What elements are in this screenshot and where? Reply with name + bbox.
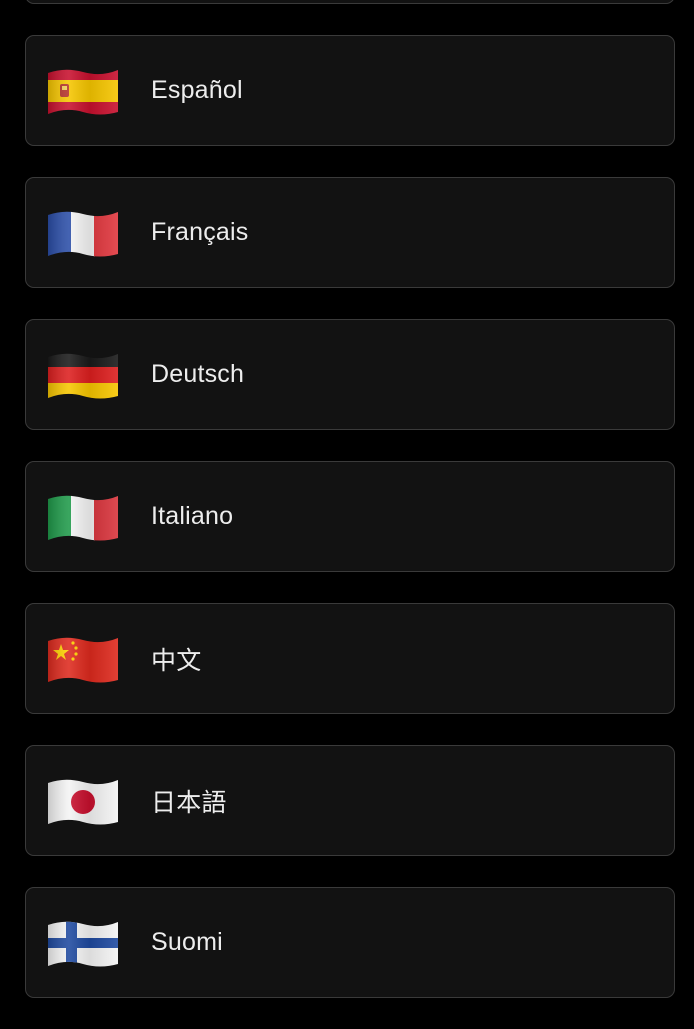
language-label: 日本語 (151, 788, 227, 817)
language-option-suomi[interactable]: Suomi (25, 887, 675, 998)
language-option-deutsch[interactable]: Deutsch (25, 319, 675, 430)
language-option-francais[interactable]: Français (25, 177, 675, 288)
flag-japan-icon (48, 777, 118, 825)
flag-germany-icon (48, 351, 118, 399)
language-label: Deutsch (151, 360, 245, 388)
language-option-japanese[interactable]: 日本語 (25, 745, 675, 856)
flag-france-icon (48, 209, 118, 257)
language-option-espanol[interactable]: Español (25, 35, 675, 146)
flag-spain-icon (48, 67, 118, 115)
language-option-italiano[interactable]: Italiano (25, 461, 675, 572)
language-label: Italiano (151, 502, 234, 530)
language-list: Español Français Deutsch Italiano 中文 日本語… (0, 0, 694, 1029)
language-label: Français (151, 218, 249, 246)
flag-china-icon (48, 635, 118, 683)
language-label: Español (151, 76, 243, 104)
flag-finland-icon (48, 919, 118, 967)
language-option-chinese[interactable]: 中文 (25, 603, 675, 714)
language-option-partial[interactable] (25, 0, 675, 4)
flag-italy-icon (48, 493, 118, 541)
language-label: Suomi (151, 928, 223, 956)
language-label: 中文 (151, 646, 202, 675)
